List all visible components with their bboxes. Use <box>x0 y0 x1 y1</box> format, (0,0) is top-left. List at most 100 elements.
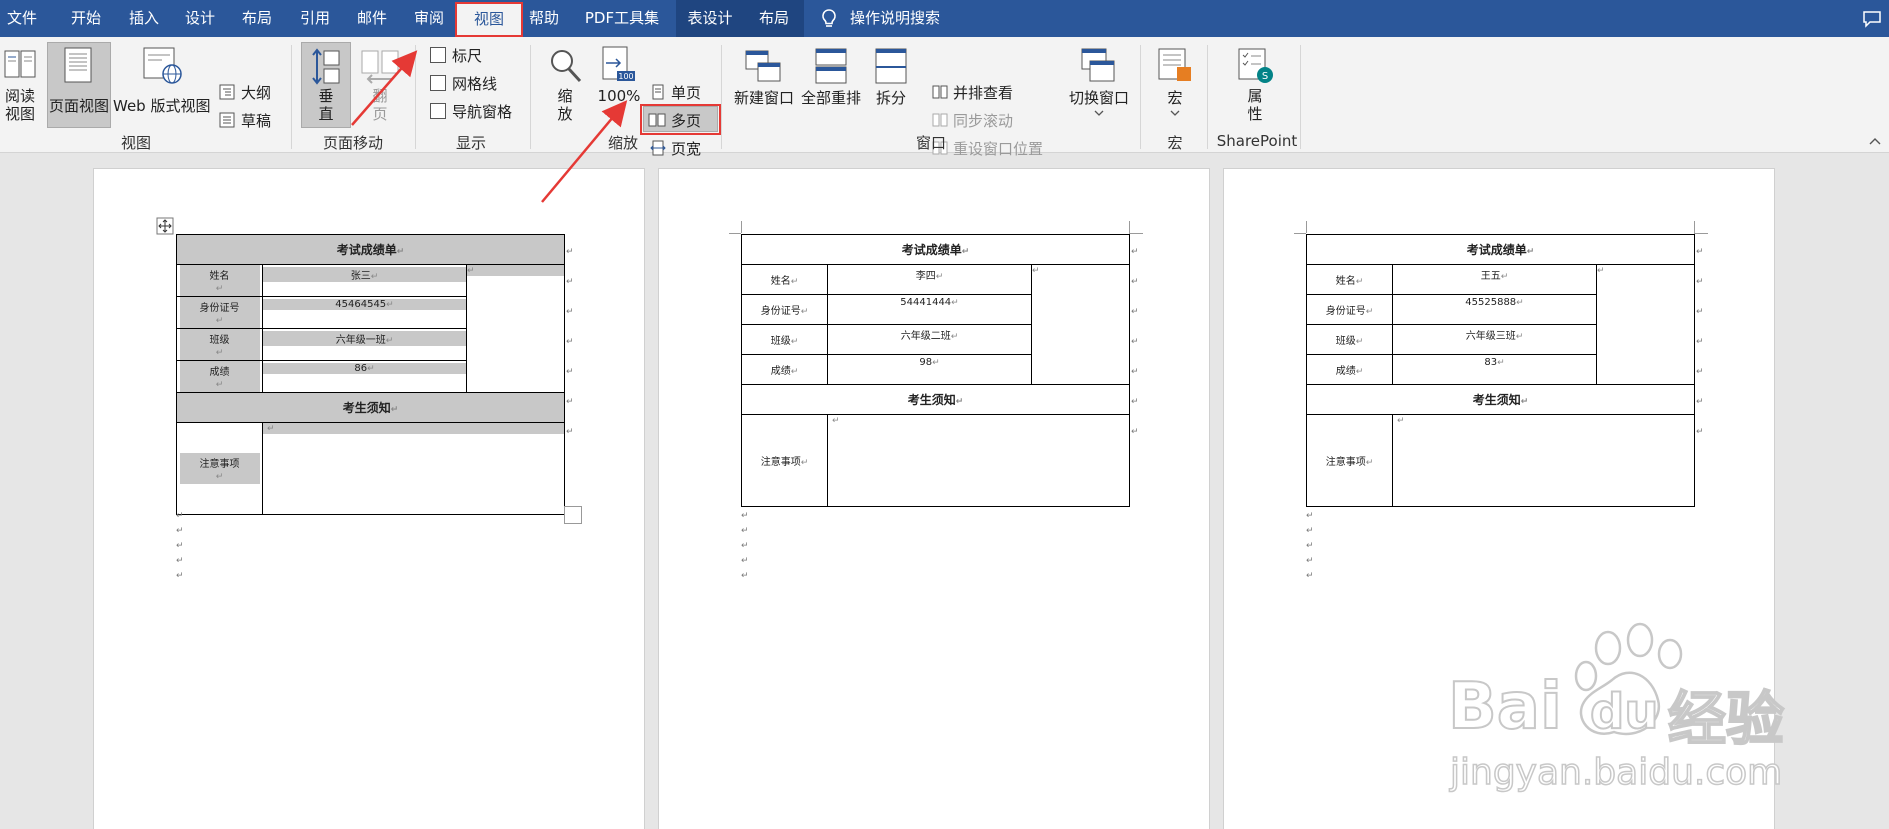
crop-mark <box>1306 221 1307 233</box>
collapse-ribbon-icon[interactable] <box>1868 135 1882 147</box>
split-icon <box>875 48 907 84</box>
arrange-all-button[interactable]: 全部重排 <box>796 87 866 108</box>
zoom-group-label: 缩放 <box>607 134 638 152</box>
value-cell[interactable]: 98↵ <box>827 354 1032 385</box>
photo-cell[interactable]: ↵ <box>465 264 566 393</box>
table-resize-handle[interactable] <box>564 506 582 524</box>
ruler-label: 标尺 <box>452 47 483 65</box>
table-move-handle-icon[interactable] <box>156 217 174 235</box>
split-button[interactable]: 拆分 <box>866 87 916 108</box>
draft-icon <box>219 112 235 128</box>
side-by-side-button[interactable]: 并排查看 <box>953 82 1013 103</box>
photo-cell[interactable]: ↵ <box>1595 264 1696 385</box>
views-group-label: 视图 <box>120 134 151 152</box>
label-cell: 注意事项↵ <box>741 414 828 507</box>
label-cell: 姓名↵ <box>741 264 828 295</box>
reset-window-position-button[interactable]: 重设窗口位置 <box>953 138 1043 159</box>
watermark-du: du <box>1589 683 1660 741</box>
value-cell[interactable]: 54441444↵ <box>827 294 1032 325</box>
value-cell[interactable]: 张三↵ <box>262 264 467 297</box>
notice-title: 考生须知↵ <box>1305 384 1696 415</box>
tab-home[interactable]: 开始 <box>62 0 110 37</box>
notice-content-cell[interactable]: ↵ <box>826 414 1131 507</box>
notice-content-cell[interactable]: ↵ <box>261 422 566 515</box>
one-page-button[interactable]: 单页 <box>671 82 701 103</box>
value-cell[interactable]: 86↵ <box>262 360 467 393</box>
chevron-down-icon <box>1170 110 1180 116</box>
tab-insert[interactable]: 插入 <box>120 0 168 37</box>
print-layout-label: 页面视图 <box>48 97 109 115</box>
tab-mailings[interactable]: 邮件 <box>348 0 396 37</box>
zoom-magnifier-icon <box>551 50 582 83</box>
zoom-button[interactable]: 缩放 <box>540 87 590 123</box>
label-cell: 身份证号↵ <box>1306 294 1393 325</box>
outline-button[interactable]: 大纲 <box>241 82 271 103</box>
web-layout-icon <box>143 47 182 84</box>
tab-help[interactable]: 帮助 <box>522 0 566 37</box>
tab-view[interactable]: 视图 <box>455 2 523 37</box>
empty-paragraph-marks: ↵ ↵ ↵ ↵ ↵ <box>741 511 749 581</box>
new-window-button[interactable]: 新建窗口 <box>730 87 798 108</box>
score-table: 考试成绩单↵ 姓名↵ 王五↵ ↵ 身份证号↵ 45525888↵ 班级↵ 六年级… <box>1305 234 1696 507</box>
properties-button[interactable]: 属性 <box>1230 87 1280 123</box>
label-cell: 班级↵ <box>1306 324 1393 355</box>
tab-design[interactable]: 设计 <box>176 0 224 37</box>
value-cell[interactable]: 六年级二班↵ <box>827 324 1032 355</box>
tab-review[interactable]: 审阅 <box>405 0 453 37</box>
label-cell: 班级↵ <box>741 324 828 355</box>
page-width-button[interactable]: 页宽 <box>671 138 701 159</box>
label-cell: 身份证号↵ <box>741 294 828 325</box>
print-layout-icon <box>64 47 92 83</box>
switch-windows-button[interactable]: 切换窗口 <box>1064 87 1134 108</box>
properties-icon: S <box>1238 48 1273 83</box>
highlight-box <box>640 104 721 135</box>
value-cell[interactable]: 王五↵ <box>1392 264 1597 295</box>
crop-mark <box>741 221 742 233</box>
document-page[interactable]: 考试成绩单↵ 姓名↵ 张三↵ ↵ 身份证号↵ 45464545↵ 班级↵ 六年级… <box>93 168 645 829</box>
web-layout-button[interactable]: Web 版式视图 <box>113 95 213 116</box>
tab-references[interactable]: 引用 <box>291 0 339 37</box>
tell-me-search[interactable]: 操作说明搜索 <box>850 0 960 37</box>
zoom-100-button[interactable]: 100% <box>595 87 643 105</box>
notice-content-cell[interactable]: ↵ <box>1391 414 1696 507</box>
macros-icon <box>1158 48 1191 81</box>
label-cell: 注意事项↵ <box>1306 414 1393 507</box>
value-cell[interactable]: 六年级三班↵ <box>1392 324 1597 355</box>
tab-pdf-tools[interactable]: PDF工具集 <box>578 0 666 37</box>
table-title: 考试成绩单↵ <box>175 234 566 265</box>
macros-group-label: 宏 <box>1167 134 1183 152</box>
photo-cell[interactable]: ↵ <box>1030 264 1131 385</box>
label-cell: 姓名↵ <box>1306 264 1393 295</box>
tab-file[interactable]: 文件 <box>0 0 44 37</box>
ruler-checkbox[interactable] <box>430 47 446 63</box>
watermark-brand: Bai <box>1447 669 1563 745</box>
sync-scroll-button[interactable]: 同步滚动 <box>953 110 1013 131</box>
comments-icon[interactable] <box>1862 10 1882 28</box>
gridlines-checkbox[interactable] <box>430 75 446 91</box>
value-cell[interactable]: 李四↵ <box>827 264 1032 295</box>
navigation-pane-checkbox[interactable] <box>430 103 446 119</box>
chevron-down-icon <box>1094 110 1104 116</box>
label-cell: 班级↵ <box>176 328 263 361</box>
lightbulb-icon <box>822 9 836 27</box>
tab-layout[interactable]: 布局 <box>233 0 281 37</box>
side-to-side-button[interactable]: 翻页 <box>355 87 405 123</box>
empty-paragraph-marks: ↵ ↵ ↵ ↵ ↵ <box>1306 511 1314 581</box>
switch-windows-icon <box>1081 48 1115 82</box>
empty-paragraph-marks: ↵ ↵ ↵ ↵ ↵ <box>176 511 184 581</box>
value-cell[interactable]: 45525888↵ <box>1392 294 1597 325</box>
read-mode-button[interactable]: 阅读 视图 <box>0 87 40 123</box>
label-cell: 成绩↵ <box>741 354 828 385</box>
draft-button[interactable]: 草稿 <box>241 110 271 131</box>
crop-mark <box>729 233 741 234</box>
document-page[interactable]: 考试成绩单↵ 姓名↵ 李四↵ ↵ 身份证号↵ 54441444↵ 班级↵ 六年级… <box>658 168 1210 829</box>
value-cell[interactable]: 六年级一班↵ <box>262 328 467 361</box>
tab-table-design[interactable]: 表设计 <box>676 0 744 37</box>
value-cell[interactable]: 83↵ <box>1392 354 1597 385</box>
table-title: 考试成绩单↵ <box>1305 234 1696 265</box>
macros-button[interactable]: 宏 <box>1150 87 1200 108</box>
tab-table-layout[interactable]: 布局 <box>744 0 804 37</box>
crop-mark <box>1694 221 1695 233</box>
value-cell[interactable]: 45464545↵ <box>262 296 467 329</box>
watermark-cn: 经验 <box>1667 684 1785 754</box>
